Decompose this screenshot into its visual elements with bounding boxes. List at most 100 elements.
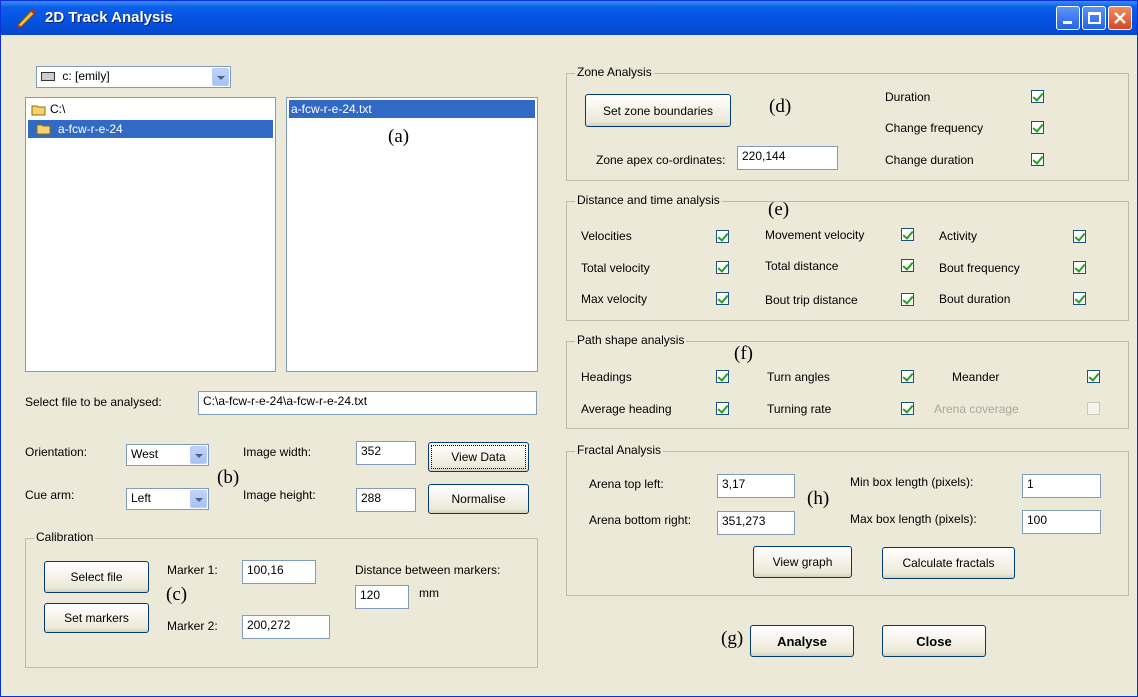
path-option-label: Turn angles: [767, 370, 830, 384]
total-distance-checkbox[interactable]: [901, 259, 914, 272]
maximize-button[interactable]: [1082, 6, 1106, 30]
bout-duration-checkbox[interactable]: [1073, 292, 1086, 305]
marker2-label: Marker 2:: [167, 619, 218, 633]
open-folder-icon: [31, 105, 46, 116]
select-file-button[interactable]: Select file: [44, 561, 149, 593]
annotation-g: (g): [721, 628, 744, 649]
change-frequency-checkbox[interactable]: [1031, 121, 1044, 134]
zone-apex-label: Zone apex co-ordinates:: [596, 153, 726, 167]
folder-item[interactable]: C:\: [28, 102, 273, 119]
turn-angles-checkbox[interactable]: [901, 370, 914, 383]
chevron-down-icon[interactable]: [190, 490, 207, 508]
distance-option-label: Movement velocity: [765, 228, 865, 242]
change-duration-checkbox[interactable]: [1031, 153, 1044, 166]
distance-unit: mm: [419, 586, 439, 600]
close-button[interactable]: Close: [882, 625, 986, 657]
activity-checkbox[interactable]: [1073, 230, 1086, 243]
path-option-label: Meander: [952, 370, 1000, 384]
pen-app-icon: [17, 9, 36, 28]
annotation-d: (d): [769, 96, 792, 117]
image-height-label: Image height:: [243, 488, 316, 502]
cue-arm-select[interactable]: Left: [126, 488, 209, 510]
total-velocity-checkbox[interactable]: [716, 261, 729, 274]
app-window: 2D Track Analysis c: [emily] C:\ a-fcw-r…: [0, 0, 1138, 697]
normalise-button[interactable]: Normalise: [428, 484, 529, 514]
min-box-label: Min box length (pixels):: [850, 475, 974, 489]
image-width-label: Image width:: [243, 445, 312, 459]
distance-option-label: Activity: [939, 229, 978, 243]
marker1-label: Marker 1:: [167, 563, 218, 577]
orientation-select[interactable]: West: [126, 444, 209, 466]
arena-bottom-right-input[interactable]: 351,273: [717, 511, 795, 535]
window-title: 2D Track Analysis: [45, 9, 173, 26]
chevron-down-icon[interactable]: [212, 68, 229, 86]
chevron-down-icon[interactable]: [190, 446, 207, 464]
close-window-button[interactable]: [1108, 6, 1132, 30]
title-bar[interactable]: 2D Track Analysis: [1, 1, 1137, 35]
drive-select[interactable]: c: [emily]: [36, 66, 231, 88]
average-heading-checkbox[interactable]: [716, 402, 729, 415]
analyse-button[interactable]: Analyse: [750, 625, 854, 657]
arena-top-left-label: Arena top left:: [589, 477, 664, 491]
meander-checkbox[interactable]: [1087, 370, 1100, 383]
distance-option-label: Total distance: [765, 259, 839, 273]
zone-apex-input[interactable]: 220,144: [737, 146, 838, 170]
file-path-input[interactable]: C:\a-fcw-r-e-24\a-fcw-r-e-24.txt: [198, 391, 537, 415]
annotation-a: (a): [388, 126, 410, 147]
maximize-icon: [1088, 12, 1101, 24]
marker2-input[interactable]: 200,272: [242, 615, 330, 639]
zone-option-label: Change frequency: [885, 121, 984, 135]
movement-velocity-checkbox[interactable]: [901, 228, 914, 241]
zone-option-label: Change duration: [885, 153, 974, 167]
set-markers-button[interactable]: Set markers: [44, 603, 149, 633]
distance-label: Distance between markers:: [355, 563, 501, 577]
bout-trip-distance-checkbox[interactable]: [901, 293, 914, 306]
arena-bottom-right-label: Arena bottom right:: [589, 513, 692, 527]
path-shape-title: Path shape analysis: [575, 333, 687, 347]
turning-rate-checkbox[interactable]: [901, 402, 914, 415]
annotation-e: (e): [768, 199, 790, 220]
calibration-title: Calibration: [34, 530, 96, 544]
view-graph-button[interactable]: View graph: [753, 546, 852, 578]
annotation-h: (h): [807, 488, 830, 509]
file-item-selected[interactable]: a-fcw-r-e-24.txt: [289, 100, 535, 118]
view-data-button[interactable]: View Data: [428, 442, 529, 472]
max-box-input[interactable]: 100: [1022, 510, 1101, 534]
cue-arm-label: Cue arm:: [25, 488, 75, 502]
path-option-label-disabled: Arena coverage: [934, 402, 1019, 416]
marker1-input[interactable]: 100,16: [242, 560, 316, 584]
file-select-label: Select file to be analysed:: [25, 395, 162, 409]
set-zone-boundaries-button[interactable]: Set zone boundaries: [585, 94, 731, 127]
drive-value: c: [emily]: [62, 69, 110, 83]
max-velocity-checkbox[interactable]: [716, 292, 729, 305]
bout-frequency-checkbox[interactable]: [1073, 261, 1086, 274]
velocities-checkbox[interactable]: [716, 230, 729, 243]
min-box-input[interactable]: 1: [1022, 474, 1101, 498]
distance-option-label: Total velocity: [581, 261, 650, 275]
distance-input[interactable]: 120: [355, 585, 409, 609]
duration-checkbox[interactable]: [1031, 90, 1044, 103]
max-box-label: Max box length (pixels):: [850, 512, 977, 526]
headings-checkbox[interactable]: [716, 370, 729, 383]
path-option-label: Headings: [581, 370, 632, 384]
image-width-input[interactable]: 352: [356, 441, 416, 465]
distance-option-label: Velocities: [581, 229, 632, 243]
image-height-input[interactable]: 288: [356, 488, 416, 512]
arena-top-left-input[interactable]: 3,17: [717, 474, 795, 498]
folder-list[interactable]: C:\ a-fcw-r-e-24: [25, 97, 276, 372]
folder-item-selected[interactable]: a-fcw-r-e-24: [28, 120, 273, 138]
distance-option-label: Bout trip distance: [765, 293, 858, 307]
zone-option-label: Duration: [885, 90, 931, 104]
path-option-label: Average heading: [581, 402, 672, 416]
zone-analysis-title: Zone Analysis: [575, 65, 654, 79]
distance-option-label: Bout duration: [939, 292, 1011, 306]
distance-option-label: Max velocity: [581, 292, 648, 306]
minimize-button[interactable]: [1056, 6, 1080, 30]
arena-coverage-checkbox: [1087, 402, 1100, 415]
distance-time-title: Distance and time analysis: [575, 193, 722, 207]
orientation-label: Orientation:: [25, 445, 88, 459]
close-icon: [1114, 12, 1126, 24]
annotation-c: (c): [166, 584, 188, 605]
calculate-fractals-button[interactable]: Calculate fractals: [882, 547, 1015, 579]
file-list[interactable]: a-fcw-r-e-24.txt: [286, 97, 538, 372]
